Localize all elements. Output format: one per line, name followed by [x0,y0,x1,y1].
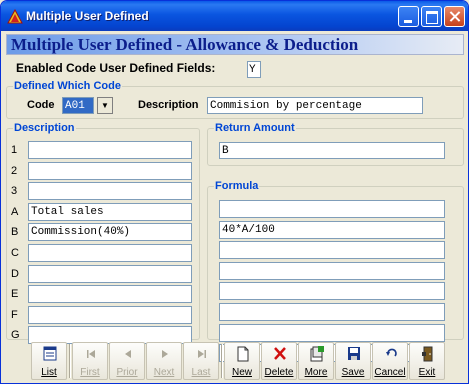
formula-row-input[interactable] [219,241,445,260]
next-icon [162,350,168,358]
description-row-label: E [11,288,19,301]
formula-row-input[interactable] [219,303,445,321]
description-group-legend: Description [14,122,75,134]
list-button[interactable]: List [31,342,67,380]
prior-icon [125,350,131,358]
toolbar-separator [221,344,223,378]
cancel-icon [386,348,397,357]
enabled-fields-input[interactable]: Y [247,61,261,78]
last-button[interactable]: Last [183,342,219,380]
description-row-label: C [11,247,19,259]
prior-button[interactable]: Prior [109,342,145,380]
description-row-input[interactable] [28,285,192,304]
prior-button-label: Prior [116,367,138,378]
description-row-label: D [11,267,19,280]
new-button[interactable]: New [224,342,260,380]
maximize-button[interactable] [421,6,442,27]
code-input[interactable]: A01 [62,97,94,114]
description-label: Description [138,99,199,111]
code-label: Code [27,99,55,111]
formula-row-input[interactable] [219,261,445,280]
description-row-label: F [11,308,18,321]
more-icon [310,346,324,362]
description-row-label: 3 [11,185,18,198]
formula-row-input[interactable]: 40*A/100 [219,220,445,239]
close-button[interactable] [444,6,465,27]
last-icon [198,350,206,358]
new-document-icon [237,346,249,362]
first-button[interactable]: First [72,342,108,380]
first-icon [87,350,95,358]
record-toolbar: List First Prior Next Last New Delete More Save C… [31,342,446,380]
save-button[interactable]: Save [335,342,371,380]
app-logo-icon [7,9,23,24]
exit-button[interactable]: Exit [409,342,445,380]
delete-icon [274,347,286,360]
description-row-label: B [11,226,19,239]
description-row-input[interactable] [28,161,192,180]
formula-row-input[interactable] [219,200,445,218]
chevron-down-icon: ▼ [101,101,109,110]
description-row-label: 1 [11,144,18,156]
formula-row-input[interactable] [219,323,445,342]
description-row-input[interactable] [28,141,192,159]
more-button-label: More [304,367,328,378]
new-button-label: New [231,367,252,378]
formula-row-input[interactable] [219,282,445,301]
window-title: Multiple User Defined [26,9,149,23]
next-button[interactable]: Next [146,342,182,380]
formula-legend: Formula [215,180,259,192]
list-button-label: List [41,367,57,378]
last-button-label: Last [191,367,211,378]
next-button-label: Next [153,367,175,378]
minimize-button[interactable] [398,6,419,27]
first-button-label: First [80,367,100,378]
enabled-fields-label: Enabled Code User Defined Fields: [16,61,216,75]
description-row-input[interactable]: Commission(40%) [28,223,192,242]
description-row-input[interactable] [28,305,192,324]
cancel-button[interactable]: Cancel [372,342,408,380]
save-button-label: Save [341,367,365,378]
more-button[interactable]: More [298,342,334,380]
return-amount-legend: Return Amount [215,122,295,134]
page-title: Multiple User Defined - Allowance & Dedu… [6,34,464,55]
app-window: Multiple User Defined Multiple User Defi… [0,0,469,384]
delete-button-label: Delete [264,367,294,378]
description-row-label: A [11,205,19,218]
exit-button-label: Exit [418,367,436,378]
description-row-input[interactable] [28,182,192,201]
toolbar-separator [69,344,71,378]
description-row-input[interactable] [28,264,192,283]
description-input[interactable]: Commision by percentage [207,97,423,114]
save-icon [348,347,360,360]
description-row-input[interactable] [28,244,192,262]
exit-icon [422,346,433,362]
delete-button[interactable]: Delete [261,342,297,380]
description-row-input[interactable]: Total sales [28,202,192,221]
code-dropdown-button[interactable]: ▼ [97,97,113,114]
list-icon [43,346,57,361]
which-code-legend: Defined Which Code [14,80,121,92]
return-amount-input[interactable]: B [219,142,445,159]
description-row-label: 2 [11,164,18,177]
title-bar[interactable]: Multiple User Defined [1,1,468,31]
description-row-label: G [11,329,20,342]
cancel-button-label: Cancel [374,367,406,378]
